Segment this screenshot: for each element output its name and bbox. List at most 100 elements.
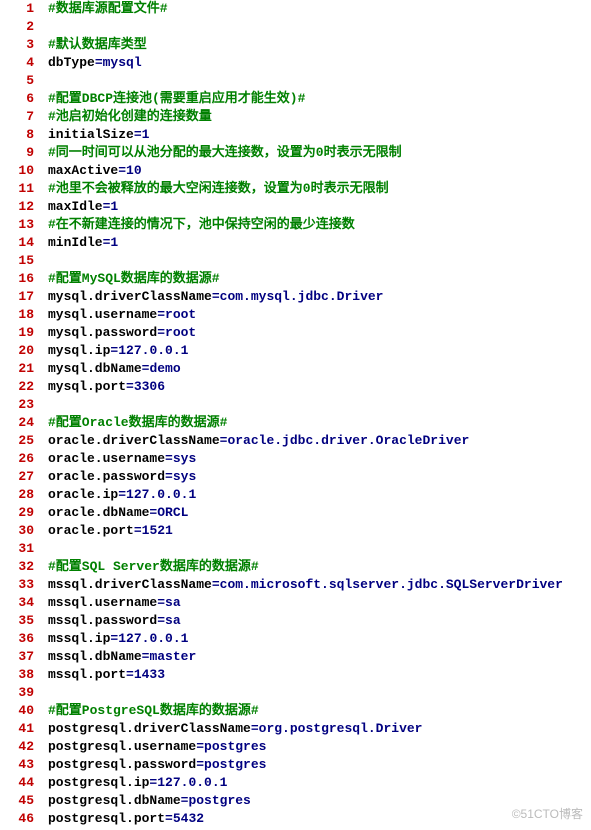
line-number: 36 [0, 630, 48, 648]
line-content: #池启初始化创建的连接数量 [48, 108, 591, 126]
code-line: 30oracle.port=1521 [0, 522, 591, 540]
property-value: 1433 [134, 667, 165, 682]
line-number: 18 [0, 306, 48, 324]
line-number: 10 [0, 162, 48, 180]
property-key: postgresql.ip [48, 775, 149, 790]
line-content: maxActive=10 [48, 162, 591, 180]
line-number: 25 [0, 432, 48, 450]
equals-sign: = [134, 523, 142, 538]
line-content: #池里不会被释放的最大空闲连接数，设置为0时表示无限制 [48, 180, 591, 198]
line-content: mssql.driverClassName=com.microsoft.sqls… [48, 576, 591, 594]
line-number: 37 [0, 648, 48, 666]
line-content: mssql.ip=127.0.0.1 [48, 630, 591, 648]
line-number: 29 [0, 504, 48, 522]
property-value: 127.0.0.1 [118, 343, 188, 358]
line-content: #在不新建连接的情况下，池中保持空闲的最少连接数 [48, 216, 591, 234]
line-content: #配置DBCP连接池(需要重启应用才能生效)# [48, 90, 591, 108]
equals-sign: = [157, 325, 165, 340]
code-line: 34mssql.username=sa [0, 594, 591, 612]
code-line: 24#配置Oracle数据库的数据源# [0, 414, 591, 432]
line-content: #数据库源配置文件# [48, 0, 591, 18]
equals-sign: = [165, 451, 173, 466]
line-content: mssql.password=sa [48, 612, 591, 630]
comment-text: #在不新建连接的情况下，池中保持空闲的最少连接数 [48, 217, 355, 232]
line-number: 41 [0, 720, 48, 738]
property-key: mysql.username [48, 307, 157, 322]
line-number: 11 [0, 180, 48, 198]
code-editor: 1#数据库源配置文件#23#默认数据库类型4dbType=mysql56#配置D… [0, 0, 591, 828]
line-number: 21 [0, 360, 48, 378]
line-number: 4 [0, 54, 48, 72]
property-value: com.mysql.jdbc.Driver [220, 289, 384, 304]
property-key: dbType [48, 55, 95, 70]
line-number: 20 [0, 342, 48, 360]
line-number: 31 [0, 540, 48, 558]
code-line: 31 [0, 540, 591, 558]
equals-sign: = [157, 595, 165, 610]
line-number: 13 [0, 216, 48, 234]
line-number: 38 [0, 666, 48, 684]
code-line: 21mysql.dbName=demo [0, 360, 591, 378]
line-content: postgresql.ip=127.0.0.1 [48, 774, 591, 792]
code-line: 40#配置PostgreSQL数据库的数据源# [0, 702, 591, 720]
code-line: 35mssql.password=sa [0, 612, 591, 630]
comment-text: #配置DBCP连接池(需要重启应用才能生效)# [48, 91, 305, 106]
equals-sign: = [157, 613, 165, 628]
property-value: mysql [103, 55, 142, 70]
property-value: root [165, 307, 196, 322]
property-value: 1521 [142, 523, 173, 538]
equals-sign: = [126, 379, 134, 394]
code-line: 22mysql.port=3306 [0, 378, 591, 396]
line-number: 1 [0, 0, 48, 18]
line-content: #同一时间可以从池分配的最大连接数，设置为0时表示无限制 [48, 144, 591, 162]
code-line: 42postgresql.username=postgres [0, 738, 591, 756]
property-key: mysql.ip [48, 343, 110, 358]
property-key: mssql.dbName [48, 649, 142, 664]
line-number: 40 [0, 702, 48, 720]
line-content: postgresql.driverClassName=org.postgresq… [48, 720, 591, 738]
line-number: 46 [0, 810, 48, 828]
line-number: 19 [0, 324, 48, 342]
property-value: oracle.jdbc.driver.OracleDriver [227, 433, 469, 448]
property-key: mysql.driverClassName [48, 289, 212, 304]
line-number: 26 [0, 450, 48, 468]
line-number: 6 [0, 90, 48, 108]
property-key: oracle.port [48, 523, 134, 538]
code-line: 29oracle.dbName=ORCL [0, 504, 591, 522]
property-key: mssql.driverClassName [48, 577, 212, 592]
property-key: postgresql.username [48, 739, 196, 754]
line-content: #配置SQL Server数据库的数据源# [48, 558, 591, 576]
code-line: 37mssql.dbName=master [0, 648, 591, 666]
comment-text: #配置SQL Server数据库的数据源# [48, 559, 259, 574]
code-line: 36mssql.ip=127.0.0.1 [0, 630, 591, 648]
equals-sign: = [118, 487, 126, 502]
equals-sign: = [196, 757, 204, 772]
line-content: dbType=mysql [48, 54, 591, 72]
code-line: 17mysql.driverClassName=com.mysql.jdbc.D… [0, 288, 591, 306]
line-content: postgresql.password=postgres [48, 756, 591, 774]
code-line: 41postgresql.driverClassName=org.postgre… [0, 720, 591, 738]
property-value: 127.0.0.1 [157, 775, 227, 790]
property-value: ORCL [157, 505, 188, 520]
equals-sign: = [196, 739, 204, 754]
line-number: 27 [0, 468, 48, 486]
line-number: 28 [0, 486, 48, 504]
line-content: #配置Oracle数据库的数据源# [48, 414, 591, 432]
property-value: postgres [204, 757, 266, 772]
property-value: com.microsoft.sqlserver.jdbc.SQLServerDr… [220, 577, 563, 592]
comment-text: #池里不会被释放的最大空闲连接数，设置为0时表示无限制 [48, 181, 389, 196]
line-content: postgresql.port=5432 [48, 810, 591, 828]
line-number: 9 [0, 144, 48, 162]
line-content: postgresql.dbName=postgres [48, 792, 591, 810]
property-value: master [149, 649, 196, 664]
property-value: 127.0.0.1 [118, 631, 188, 646]
property-key: oracle.username [48, 451, 165, 466]
line-number: 42 [0, 738, 48, 756]
line-content: mysql.password=root [48, 324, 591, 342]
line-content: oracle.port=1521 [48, 522, 591, 540]
property-value: 3306 [134, 379, 165, 394]
property-key: mysql.dbName [48, 361, 142, 376]
property-key: oracle.dbName [48, 505, 149, 520]
equals-sign: = [212, 289, 220, 304]
line-number: 14 [0, 234, 48, 252]
